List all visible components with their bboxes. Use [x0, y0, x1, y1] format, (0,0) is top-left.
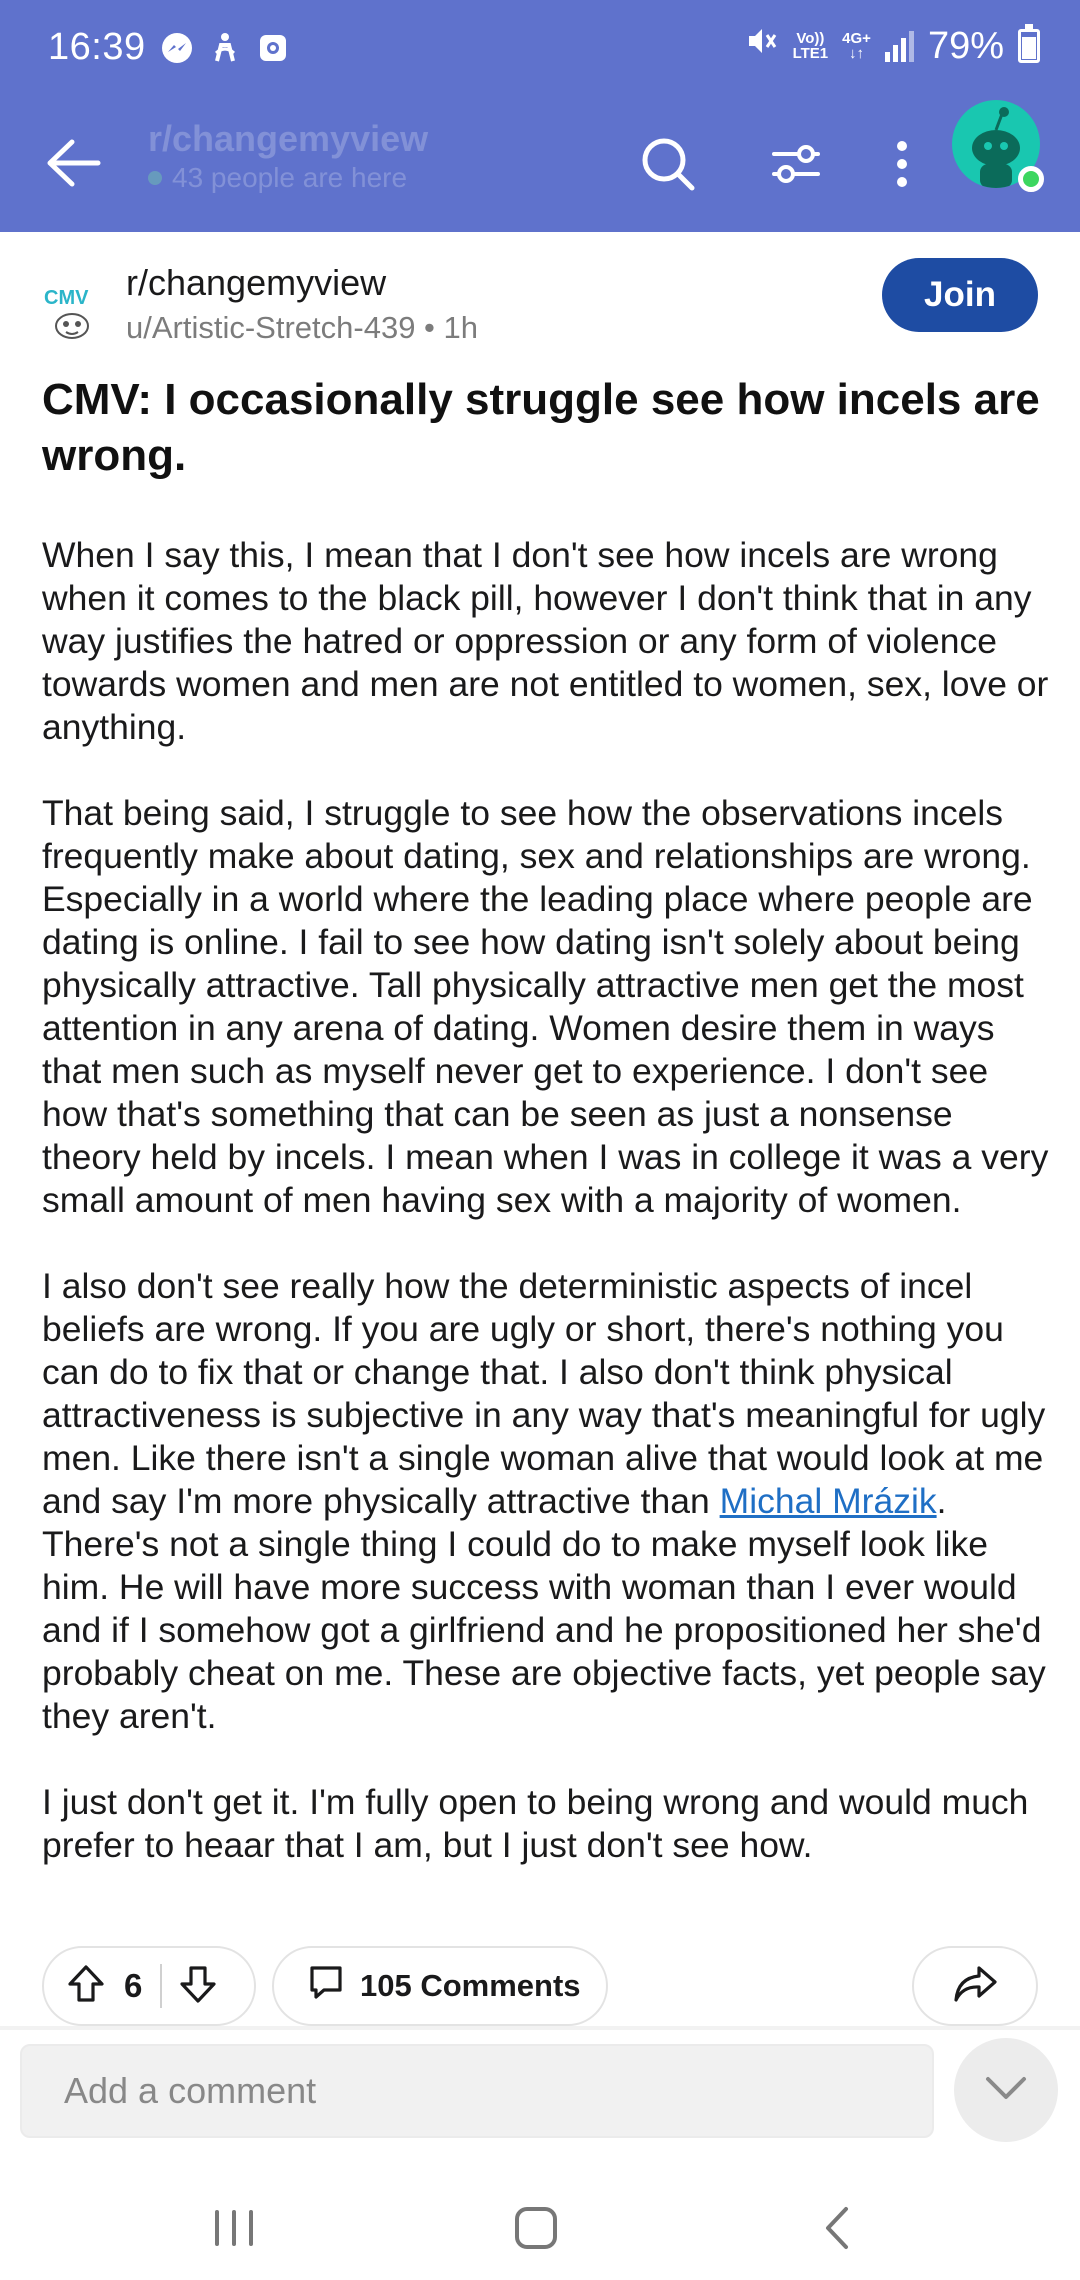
- status-notification-icons: [160, 31, 290, 65]
- join-button[interactable]: Join: [882, 258, 1038, 332]
- post-paragraph: I also don't see really how the determin…: [42, 1265, 1052, 1738]
- vote-divider: [160, 1964, 163, 2008]
- search-icon[interactable]: [630, 126, 706, 202]
- data-arrows-icon: ↓↑: [849, 45, 865, 62]
- comments-button[interactable]: 105 Comments: [272, 1946, 608, 2026]
- back-arrow-icon[interactable]: [38, 128, 108, 198]
- messenger-icon: [160, 31, 194, 65]
- lte-label: LTE1: [792, 45, 829, 62]
- status-bar: 16:39 Vo)) LTE1 4G+ ↓↑ 79%: [0, 0, 1080, 100]
- signal-icon: [884, 30, 914, 62]
- vote-control: 6: [42, 1946, 256, 2026]
- add-comment-input[interactable]: Add a comment: [20, 2044, 934, 2138]
- battery-icon: [1018, 24, 1040, 63]
- vote-count: 6: [124, 1967, 143, 2004]
- post-header: CMV r/changemyview u/Artistic-Stretch-43…: [0, 232, 1080, 362]
- subreddit-icon[interactable]: CMV: [42, 282, 104, 344]
- collapse-button[interactable]: [954, 2038, 1058, 2142]
- app-header: 16:39 Vo)) LTE1 4G+ ↓↑ 79% r/changemyvie…: [0, 0, 1080, 232]
- accessibility-icon: [208, 31, 242, 65]
- online-status-dot: [1018, 166, 1044, 192]
- subreddit-name[interactable]: r/changemyview: [126, 262, 386, 304]
- header-online-count: 43 people are here: [148, 162, 407, 194]
- cmv-logo-text: CMV: [44, 287, 89, 309]
- screen-record-icon: [256, 31, 290, 65]
- share-icon: [951, 1962, 999, 2011]
- volte-indicator: Vo)) LTE1: [793, 31, 829, 61]
- post-paragraph: When I say this, I mean that I don't see…: [42, 535, 1049, 747]
- online-dot-icon: [148, 171, 162, 185]
- comment-icon: [306, 1962, 346, 2010]
- battery-level: [1022, 36, 1036, 59]
- status-system-icons: Vo)) LTE1 4G+ ↓↑ 79%: [745, 24, 1040, 68]
- mute-icon: [745, 24, 779, 68]
- post-paragraph: That being said, I struggle to see how t…: [42, 793, 1049, 1220]
- share-button[interactable]: [912, 1946, 1038, 2026]
- person-link[interactable]: Michal Mrázik: [720, 1481, 937, 1521]
- online-count-label: 43 people are here: [172, 162, 408, 193]
- recents-icon[interactable]: [194, 2188, 274, 2268]
- post-author-time[interactable]: u/Artistic-Stretch-439 • 1h: [126, 310, 478, 346]
- network-type: 4G+ ↓↑: [842, 31, 871, 61]
- post-actions: 6 105 Comments: [0, 1946, 1080, 2026]
- upvote-icon[interactable]: [64, 1962, 108, 2011]
- header-subreddit-name: r/changemyview: [148, 118, 429, 159]
- filter-icon[interactable]: [758, 126, 834, 202]
- status-time: 16:39: [48, 26, 146, 68]
- comments-label: 105 Comments: [360, 1968, 581, 2003]
- chevron-down-icon: [982, 2073, 1030, 2108]
- battery-percent: 79%: [927, 24, 1004, 67]
- system-nav-bar: [0, 2164, 1080, 2280]
- downvote-icon[interactable]: [176, 1962, 220, 2011]
- comment-placeholder: Add a comment: [64, 2070, 317, 2111]
- post-paragraph: I just don't get it. I'm fully open to b…: [42, 1782, 1029, 1865]
- home-icon[interactable]: [496, 2188, 576, 2268]
- section-divider: [0, 2026, 1080, 2030]
- back-nav-icon[interactable]: [798, 2188, 878, 2268]
- post-title: CMV: I occasionally struggle see how inc…: [42, 375, 1040, 480]
- app-bar: r/changemyview 43 people are here: [0, 100, 1080, 232]
- avatar[interactable]: [952, 100, 1044, 192]
- post-body: When I say this, I mean that I don't see…: [42, 534, 1052, 1910]
- more-vert-icon[interactable]: [864, 126, 940, 202]
